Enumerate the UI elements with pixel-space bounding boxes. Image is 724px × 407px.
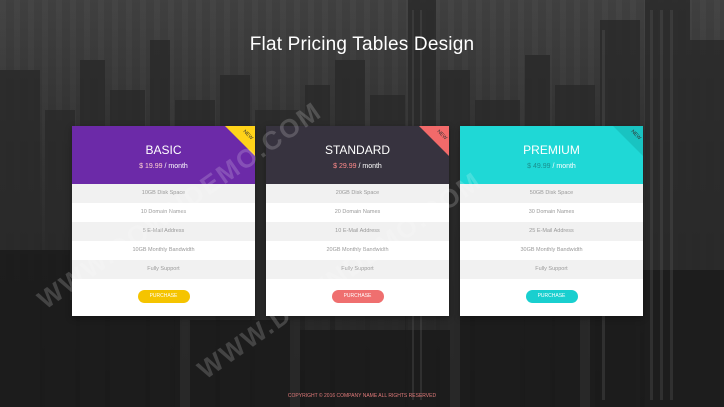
page-title: Flat Pricing Tables Design <box>249 34 475 55</box>
price-period: / month <box>552 163 576 170</box>
price-period: / month <box>358 163 382 170</box>
feature-list: 50GB Disk Space 30 Domain Names 25 E-Mai… <box>460 184 643 279</box>
purchase-button-basic[interactable]: PURCHASE <box>137 290 190 303</box>
plan-price: $ 49.99 / month <box>460 163 643 170</box>
price-amount: $ 49.99 <box>527 163 551 170</box>
price-period: / month <box>164 163 188 170</box>
pricing-card-premium: NEW PREMIUM $ 49.99 / month 50GB Disk Sp… <box>460 126 643 316</box>
feature-item: 25 E-Mail Address <box>460 222 643 241</box>
feature-item: 30 Domain Names <box>460 203 643 222</box>
copyright-footer: COPYRIGHT © 2016 COMPANY NAME ALL RIGHTS… <box>287 393 437 399</box>
feature-item: 50GB Disk Space <box>460 184 643 203</box>
feature-item: 30GB Monthly Bandwidth <box>460 241 643 260</box>
card-header-premium: NEW PREMIUM $ 49.99 / month <box>460 126 643 184</box>
price-amount: $ 29.99 <box>333 163 357 170</box>
plan-price: $ 29.99 / month <box>266 163 449 170</box>
price-amount: $ 19.99 <box>139 163 163 170</box>
purchase-button-premium[interactable]: PURCHASE <box>525 290 578 303</box>
feature-item: Fully Support <box>460 260 643 279</box>
